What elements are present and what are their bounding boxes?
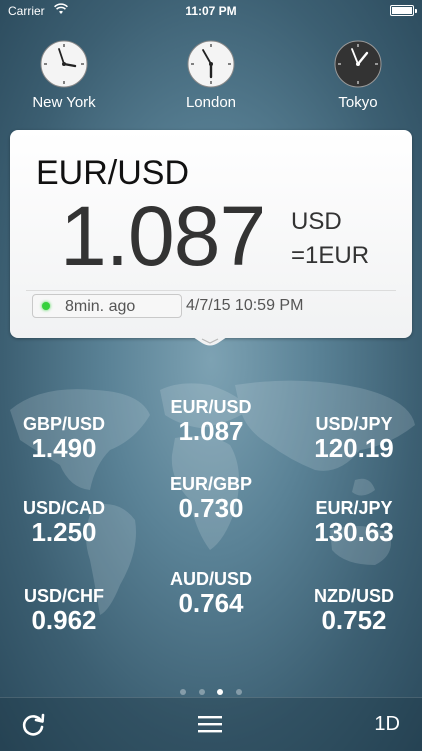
main-rate-card[interactable]: EUR/USD 1.087 USD =1EUR 8min. ago 4/7/15… [10, 130, 412, 338]
clock-city-label: New York [32, 94, 96, 111]
expand-chevron-icon[interactable] [190, 335, 230, 349]
main-rate-base: =1EUR [291, 242, 370, 269]
clock-city-label: London [185, 94, 237, 111]
clock-face-icon [187, 40, 235, 88]
pair-tile-gbp-usd[interactable]: GBP/USD 1.490 [0, 414, 134, 464]
refresh-icon[interactable] [20, 712, 46, 738]
pair-tile-nzd-usd[interactable]: NZD/USD 0.752 [284, 586, 422, 636]
status-bar: Carrier 11:07 PM [0, 0, 422, 22]
pair-value: 0.962 [31, 605, 97, 635]
pair-name: GBP/USD [22, 414, 105, 434]
page-dot[interactable] [198, 689, 205, 695]
main-rate-value: 1.087 [60, 189, 266, 283]
update-timestamp: 4/7/15 10:59 PM [186, 297, 304, 314]
pair-value: 1.490 [31, 433, 97, 463]
pair-name: AUD/USD [169, 569, 252, 589]
main-rate-unit: USD [291, 208, 342, 235]
pair-value: 0.730 [178, 493, 244, 523]
pair-name: USD/CHF [24, 586, 104, 606]
pair-tile-usd-jpy[interactable]: USD/JPY 120.19 [284, 414, 422, 464]
pair-tile-usd-cad[interactable]: USD/CAD 1.250 [0, 498, 134, 548]
pair-name: EUR/GBP [169, 474, 252, 494]
clock-city-label: Tokyo [338, 94, 378, 111]
clock-london[interactable]: London [161, 40, 261, 111]
page-dot-active[interactable] [217, 689, 224, 695]
pair-name: USD/CAD [22, 498, 105, 518]
pair-value: 0.764 [178, 588, 244, 618]
status-indicator-icon [42, 302, 50, 310]
clock-new-york[interactable]: New York [14, 40, 114, 111]
updated-ago-label: 8min. ago [65, 298, 136, 315]
status-time: 11:07 PM [185, 4, 237, 18]
pair-value: 120.19 [314, 433, 394, 463]
pair-value: 1.087 [178, 416, 244, 446]
menu-icon[interactable] [198, 714, 222, 734]
pair-value: 0.752 [321, 605, 387, 635]
clock-face-icon [334, 40, 382, 88]
battery-icon [390, 5, 417, 16]
pair-tile-eur-jpy[interactable]: EUR/JPY 130.63 [284, 498, 422, 548]
page-dot[interactable] [180, 689, 187, 695]
update-status-badge: 8min. ago [32, 294, 182, 318]
pair-tile-usd-chf[interactable]: USD/CHF 0.962 [0, 586, 134, 636]
range-button[interactable]: 1D [374, 713, 400, 736]
pair-value: 130.63 [314, 517, 394, 547]
pair-tile-aud-usd[interactable]: AUD/USD 0.764 [141, 569, 281, 619]
pair-tile-eur-usd[interactable]: EUR/USD 1.087 [141, 397, 281, 447]
pair-tile-eur-gbp[interactable]: EUR/GBP 0.730 [141, 474, 281, 524]
bottom-toolbar: 1D [0, 697, 422, 751]
pair-name: USD/JPY [315, 414, 393, 434]
clock-face-icon [40, 40, 88, 88]
clock-tokyo[interactable]: Tokyo [308, 40, 408, 111]
pair-value: 1.250 [31, 517, 97, 547]
page-dot[interactable] [235, 689, 242, 695]
card-divider [26, 290, 396, 291]
pair-name: EUR/JPY [315, 498, 393, 518]
pair-name: NZD/USD [314, 586, 394, 606]
pair-name: EUR/USD [170, 397, 252, 417]
